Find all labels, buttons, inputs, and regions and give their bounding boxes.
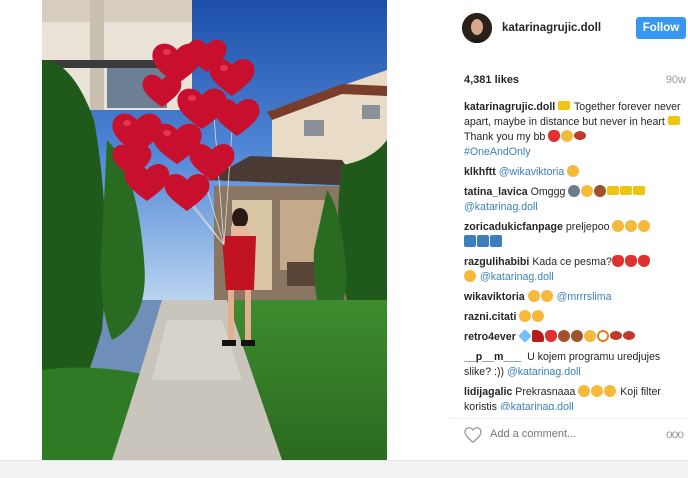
comment-text: Kada ce pesma?	[532, 256, 612, 268]
comment-item: __p__m___ U kojem programu uredjujes sli…	[464, 350, 688, 380]
emoji-icon	[561, 130, 574, 142]
emoji-icon	[574, 131, 587, 140]
comment-item: klkhftt @wikaviktoria	[464, 165, 688, 180]
comments-list: katarinagrujic.doll Together forever nev…	[464, 100, 688, 410]
emoji-icon	[611, 255, 624, 267]
emoji-icon	[531, 330, 544, 342]
comment-item: katarinagrujic.doll Together forever nev…	[464, 100, 688, 160]
comment-text: preljepoo	[565, 221, 613, 233]
comment-item: wikaviktoria @mrrrslima	[464, 290, 688, 305]
mention-link[interactable]: @wikaviktoria	[499, 166, 565, 178]
likes-count[interactable]: 4,381 likes	[464, 74, 519, 86]
comment-username[interactable]: retro4ever	[464, 331, 516, 343]
emoji-icon	[519, 310, 532, 322]
comment-username[interactable]: wikaviktoria	[464, 291, 525, 303]
page-bottom-strip	[0, 460, 688, 478]
comment-username[interactable]: __p__m___	[464, 351, 521, 363]
mention-link[interactable]: @katarinag.doll	[507, 366, 581, 378]
emoji-icon	[527, 290, 540, 302]
mention-link[interactable]: @katarinag.doll	[480, 271, 554, 283]
emoji-icon	[620, 186, 633, 195]
emoji-icon	[477, 235, 489, 247]
emoji-icon	[604, 385, 617, 397]
emoji-icon	[581, 185, 594, 197]
emoji-icon	[464, 270, 476, 282]
heart-icon[interactable]	[464, 427, 482, 443]
comment-text: Thank you my bb	[464, 131, 549, 143]
instagram-post: katarinagrujic.doll Follow 4,381 likes 9…	[0, 0, 688, 460]
emoji-icon	[612, 220, 625, 232]
comment-username[interactable]: klkhftt	[464, 166, 496, 178]
emoji-icon	[532, 310, 545, 322]
emoji-icon	[637, 255, 650, 267]
comment-item: lidijagalic Prekrasnaaa Koji filter koris…	[464, 385, 688, 410]
emoji-icon	[557, 330, 570, 342]
emoji-icon	[544, 330, 557, 342]
comment-username[interactable]: katarinagrujic.doll	[464, 101, 555, 113]
emoji-icon	[622, 331, 635, 340]
emoji-icon	[578, 385, 591, 397]
emoji-icon	[625, 220, 638, 232]
emoji-icon	[633, 186, 646, 195]
emoji-icon	[558, 101, 571, 110]
post-header: katarinagrujic.doll Follow	[450, 0, 688, 56]
post-author-username[interactable]: katarinagrujic.doll	[502, 22, 601, 34]
emoji-icon	[490, 235, 502, 247]
emoji-icon	[609, 331, 622, 340]
comment-item: razni.citati	[464, 310, 688, 325]
post-sidebar: katarinagrujic.doll Follow 4,381 likes 9…	[450, 0, 688, 460]
post-photo[interactable]	[42, 0, 387, 460]
avatar[interactable]	[462, 13, 492, 43]
emoji-icon	[596, 330, 609, 342]
emoji-icon	[624, 255, 637, 267]
emoji-icon	[607, 186, 620, 195]
hashtag-link[interactable]: #OneAndOnly	[464, 146, 531, 158]
emoji-icon	[548, 130, 561, 142]
mention-link[interactable]: @mrrrslima	[557, 291, 612, 303]
comment-item: zoricadukicfanpage preljepoo	[464, 220, 688, 250]
comment-username[interactable]: razni.citati	[464, 311, 516, 323]
emoji-icon	[667, 116, 680, 125]
comment-item: tatina_lavica Omggg @katarinag.doll	[464, 185, 688, 215]
more-options-icon[interactable]: ooo	[666, 427, 684, 441]
post-age[interactable]: 90w	[666, 74, 686, 86]
add-comment-input[interactable]	[490, 428, 640, 440]
add-comment-bar: ooo	[450, 418, 688, 450]
comment-username[interactable]: zoricadukicfanpage	[464, 221, 563, 233]
mention-link[interactable]: @katarinag.doll	[500, 401, 574, 410]
emoji-icon	[568, 185, 581, 197]
comment-text: Omggg	[530, 186, 569, 198]
emoji-icon	[540, 290, 553, 302]
emoji-icon	[570, 330, 583, 342]
mention-link[interactable]: @katarinag.doll	[464, 201, 538, 213]
emoji-icon	[567, 165, 580, 177]
emoji-icon	[518, 329, 532, 343]
comment-text: Prekrasnaaa	[515, 386, 579, 398]
avatar-image	[462, 13, 492, 43]
comment-username[interactable]: lidijagalic	[464, 386, 512, 398]
emoji-icon	[464, 235, 476, 247]
emoji-icon	[638, 220, 651, 232]
follow-button[interactable]: Follow	[636, 17, 686, 39]
photo-scene	[42, 0, 387, 460]
emoji-icon	[583, 330, 596, 342]
emoji-icon	[594, 185, 607, 197]
comment-username[interactable]: razgulihabibi	[464, 256, 529, 268]
emoji-icon	[591, 385, 604, 397]
comment-item: razgulihabibi Kada ce pesma? @katarinag.d…	[464, 255, 688, 285]
comment-item: retro4ever	[464, 329, 688, 345]
comment-username[interactable]: tatina_lavica	[464, 186, 528, 198]
